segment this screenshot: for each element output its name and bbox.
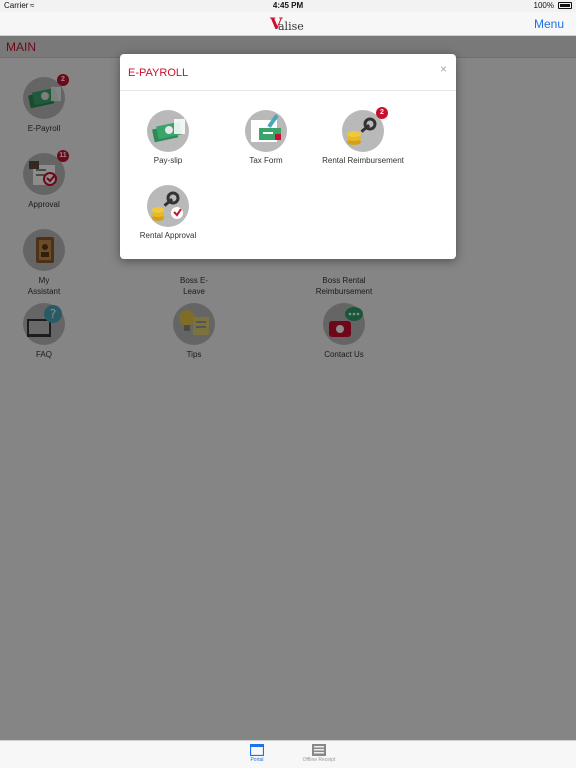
tax-form-icon	[245, 110, 287, 152]
battery-icon	[558, 2, 572, 9]
app-logo: V alise	[270, 14, 310, 34]
rental-key-icon: 2	[342, 107, 388, 152]
modal-item-label: Rental Approval	[139, 231, 197, 240]
logo-text: alise	[278, 20, 304, 33]
battery-percent: 100%	[533, 1, 554, 10]
portal-window-icon	[249, 743, 265, 757]
modal-item-rental-reimbursement[interactable]: 2 Rental Reimbursement	[313, 107, 413, 165]
status-time: 4:45 PM	[272, 1, 304, 10]
modal-item-tax-form[interactable]: Tax Form	[216, 110, 316, 165]
modal-item-label: Rental Reimbursement	[322, 156, 404, 165]
status-bar: Carrier ≈ 4:45 PM 100%	[0, 0, 576, 12]
rental-approval-icon	[147, 185, 189, 227]
modal-item-rental-approval[interactable]: Rental Approval	[118, 185, 218, 240]
payslip-icon	[147, 110, 189, 152]
menu-button[interactable]: Menu	[534, 17, 564, 31]
tab-offline-receipt[interactable]: Offline Receipt	[289, 743, 349, 763]
modal-item-label: Pay-slip	[153, 156, 183, 165]
close-icon[interactable]: ×	[440, 62, 447, 76]
tab-label: Portal	[250, 757, 264, 763]
receipt-list-icon	[312, 743, 326, 756]
modal-header: E-PAYROLL ×	[120, 54, 456, 91]
epayroll-modal: E-PAYROLL × Pay-slip Tax Form 2 Rental R…	[120, 54, 456, 259]
tab-portal[interactable]: Portal	[227, 743, 287, 763]
tab-label: Offline Receipt	[302, 757, 336, 763]
modal-title: E-PAYROLL	[128, 67, 189, 79]
nav-bar: V alise Menu	[0, 12, 576, 36]
modal-item-label: Tax Form	[249, 156, 283, 165]
rental-reimbursement-badge: 2	[376, 107, 388, 119]
modal-item-payslip[interactable]: Pay-slip	[118, 110, 218, 165]
tab-bar: Portal Offline Receipt	[0, 740, 576, 768]
